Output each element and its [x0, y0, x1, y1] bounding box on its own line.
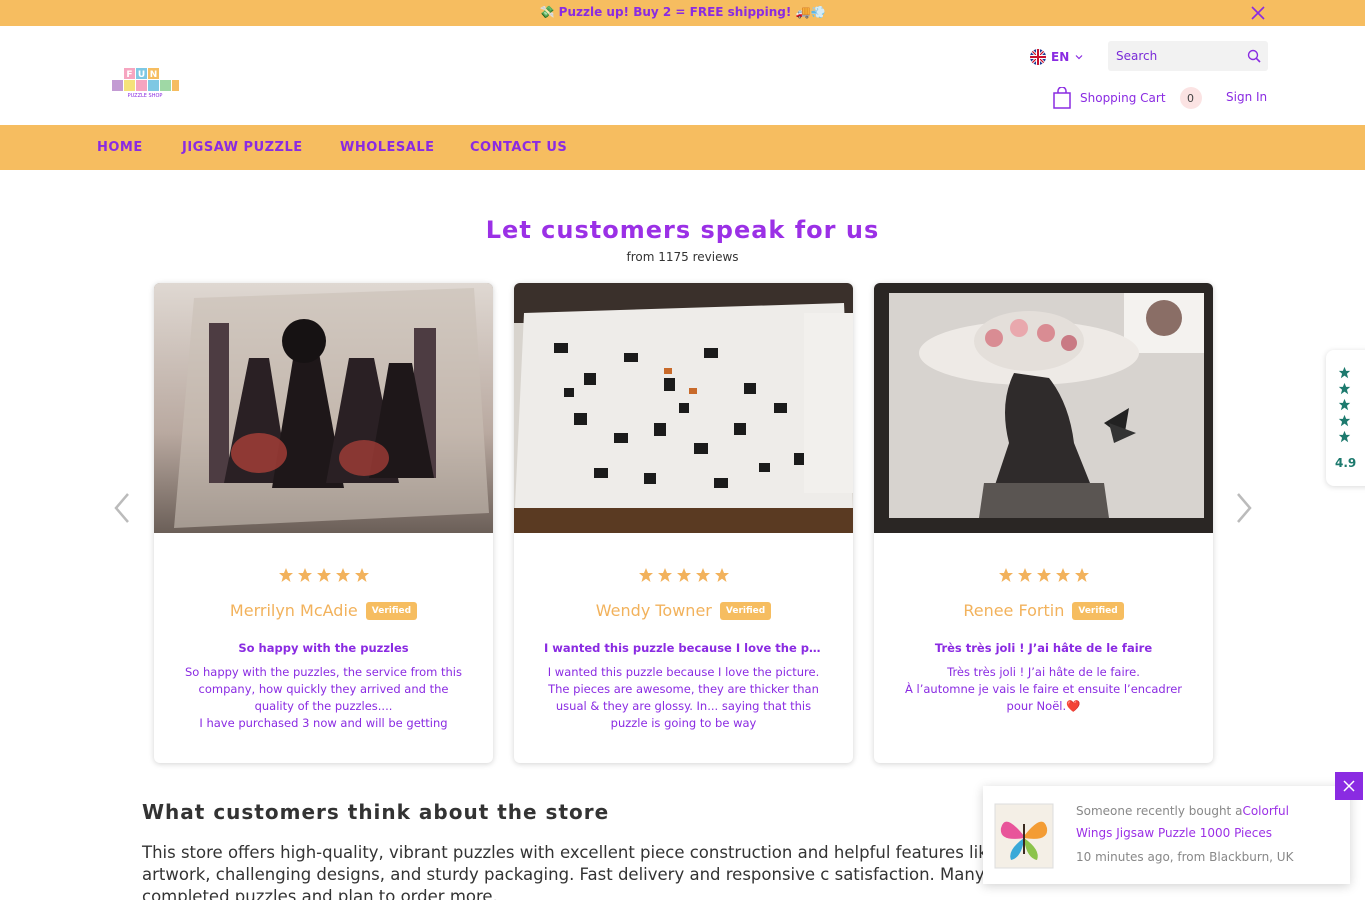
nav-home[interactable]: HOME — [97, 140, 143, 155]
store-summary-title: What customers think about the store — [142, 800, 610, 824]
star-icon — [714, 568, 729, 582]
review-card[interactable]: Wendy Towner Verified I wanted this puzz… — [514, 283, 853, 763]
star-icon — [1338, 414, 1351, 427]
rating-badge-stars — [1338, 366, 1351, 443]
star-icon — [335, 568, 350, 582]
search-input[interactable] — [1116, 41, 1244, 71]
star-icon — [316, 568, 331, 582]
verified-badge: Verified — [1072, 601, 1124, 620]
reviewer-row: Renee Fortin Verified — [874, 601, 1213, 620]
svg-text:U: U — [138, 70, 145, 80]
carousel-prev-arrow[interactable] — [112, 490, 132, 526]
language-label: EN — [1051, 50, 1070, 64]
star-icon — [695, 568, 710, 582]
review-stars — [154, 567, 493, 583]
product-thumbnail — [994, 803, 1054, 869]
verified-badge: Verified — [719, 601, 772, 620]
star-icon — [1074, 568, 1089, 582]
reviewer-row: Wendy Towner Verified — [514, 601, 853, 620]
review-title: I wanted this puzzle because I love the … — [544, 641, 823, 655]
reviewer-row: Merrilyn McAdie Verified — [154, 601, 493, 620]
review-photo — [874, 283, 1213, 533]
reviewer-name: Renee Fortin — [963, 601, 1065, 620]
star-icon — [657, 568, 672, 582]
star-icon — [1338, 366, 1351, 379]
star-icon — [1338, 398, 1351, 411]
rating-score: 4.9 — [1335, 456, 1357, 470]
svg-text:N: N — [150, 70, 158, 80]
reviews-count: from 1175 reviews — [626, 250, 739, 264]
uk-flag-icon — [1030, 49, 1046, 65]
svg-text:F: F — [126, 70, 132, 80]
nav-jigsaw-puzzle[interactable]: JIGSAW PUZZLE — [182, 140, 303, 155]
star-icon — [1338, 382, 1351, 395]
carousel-next-arrow[interactable] — [1234, 490, 1254, 526]
star-icon — [676, 568, 691, 582]
nav-contact-us[interactable]: CONTACT US — [470, 140, 567, 155]
star-icon — [1036, 568, 1051, 582]
review-title: Très très joli ! J’ai hâte de le faire — [934, 641, 1153, 655]
review-photo — [154, 283, 493, 533]
shopping-bag-icon — [1053, 87, 1071, 109]
search-box — [1108, 41, 1268, 71]
star-icon — [297, 568, 312, 582]
review-body: So happy with the puzzles, the service f… — [185, 665, 462, 730]
star-icon — [998, 568, 1013, 582]
star-icon — [1055, 568, 1070, 582]
announcement-bar: 💸 Puzzle up! Buy 2 = FREE shipping! 🚚💨 — [0, 0, 1365, 26]
review-card[interactable]: Merrilyn McAdie Verified So happy with t… — [154, 283, 493, 763]
rating-badge[interactable]: 4.9 — [1326, 350, 1365, 486]
review-title: So happy with the puzzles — [238, 641, 409, 655]
review-stars — [874, 567, 1213, 583]
popup-message: Someone recently bought aColorful Wings … — [1076, 800, 1326, 844]
review-body: I wanted this puzzle because I love the … — [547, 665, 820, 730]
star-icon — [638, 568, 653, 582]
review-stars — [514, 567, 853, 583]
chevron-down-icon — [1075, 55, 1083, 60]
review-card[interactable]: Renee Fortin Verified Très très joli ! J… — [874, 283, 1213, 763]
review-body: Très très joli ! J’ai hâte de le faire. … — [905, 665, 1182, 713]
main-nav: HOME JIGSAW PUZZLE WHOLESALE CONTACT US — [0, 125, 1365, 170]
verified-badge: Verified — [365, 601, 418, 620]
shopping-cart-label: Shopping Cart — [1080, 91, 1166, 105]
reviewer-name: Merrilyn McAdie — [229, 601, 358, 620]
fun-puzzle-logo[interactable]: F U N PUZZLE SHOP — [110, 66, 180, 100]
sign-in-link[interactable]: Sign In — [1226, 90, 1267, 104]
nav-wholesale[interactable]: WHOLESALE — [340, 140, 435, 155]
recent-purchase-popup[interactable]: Someone recently bought aColorful Wings … — [983, 786, 1350, 884]
star-icon — [1338, 430, 1351, 443]
svg-text:PUZZLE SHOP: PUZZLE SHOP — [128, 93, 163, 99]
popup-prefix: Someone recently bought a — [1076, 804, 1243, 818]
close-icon[interactable] — [1249, 4, 1267, 22]
reviews-title: Let customers speak for us — [485, 216, 880, 244]
close-icon — [1343, 780, 1355, 792]
reviewer-name: Wendy Towner — [595, 601, 712, 620]
star-icon — [1017, 568, 1032, 582]
search-icon[interactable] — [1246, 48, 1262, 64]
announcement-text: 💸 Puzzle up! Buy 2 = FREE shipping! 🚚💨 — [539, 5, 826, 19]
popup-close-button[interactable] — [1335, 772, 1363, 800]
cart-count-badge: 0 — [1179, 87, 1202, 109]
star-icon — [278, 568, 293, 582]
review-photo — [514, 283, 853, 533]
shopping-cart-link[interactable]: Shopping Cart 0 — [1052, 86, 1202, 110]
language-selector[interactable]: EN — [1030, 48, 1084, 66]
site-header: F U N PUZZLE SHOP EN Search Shopping Car… — [0, 26, 1365, 125]
popup-time-location: 10 minutes ago, from Blackburn, UK — [1076, 850, 1294, 864]
star-icon — [354, 568, 369, 582]
